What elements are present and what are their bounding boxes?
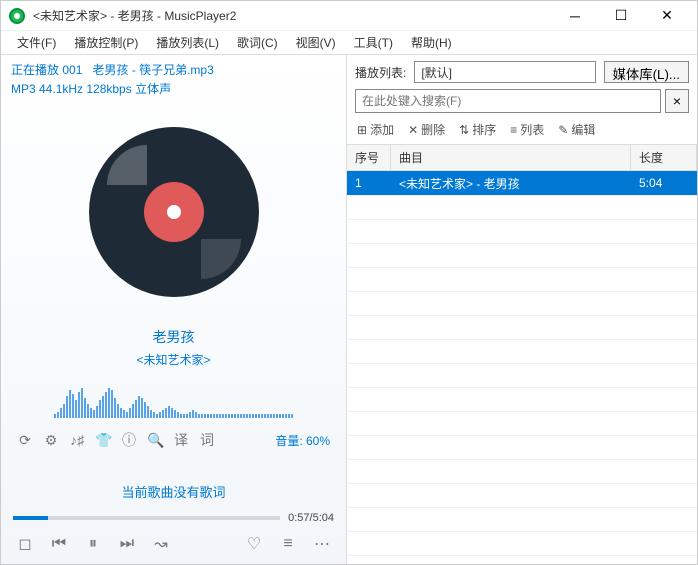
edit-button[interactable]: ✎ 编辑 xyxy=(558,121,595,138)
track-artist: <未知艺术家> xyxy=(11,351,336,368)
play-mode-icon[interactable]: ↝ xyxy=(151,534,171,554)
row-track: <未知艺术家> - 老男孩 xyxy=(391,175,631,192)
right-panel: 播放列表: [默认] 媒体库(L)... × ⊞ 添加 ✕ 删除 ⇅ 排序 ≡ … xyxy=(346,55,697,564)
next-button[interactable]: ⏭ xyxy=(117,534,137,554)
minimize-button[interactable]: ─ xyxy=(553,2,597,30)
now-playing-prefix: 正在播放 xyxy=(11,63,59,77)
playlist-toggle-icon[interactable]: ≡ xyxy=(278,534,298,554)
delete-button[interactable]: ✕ 删除 xyxy=(408,121,445,138)
track-title: 老男孩 xyxy=(11,327,336,347)
search-icon[interactable]: 🔍 xyxy=(147,432,163,449)
mini-toolbar: ⟳ ⚙ ♪♯ 👕 ⓘ 🔍 译 词 音量: 60% xyxy=(11,424,336,456)
playlist-tools: ⊞ 添加 ✕ 删除 ⇅ 排序 ≡ 列表 ✎ 编辑 xyxy=(347,119,697,144)
now-playing-line: 正在播放 001 老男孩 - 筷子兄弟.mp3 xyxy=(11,61,336,78)
more-icon[interactable]: ⋯ xyxy=(312,534,332,554)
menu-lyrics[interactable]: 歌词(C) xyxy=(229,32,286,53)
search-input[interactable] xyxy=(355,89,661,113)
menu-help[interactable]: 帮助(H) xyxy=(403,32,460,53)
clear-search-button[interactable]: × xyxy=(665,89,689,113)
close-button[interactable]: ✕ xyxy=(645,2,689,30)
lyrics-area: 当前歌曲没有歌词 xyxy=(11,482,336,508)
playlist-label: 播放列表: xyxy=(355,64,406,81)
vinyl-icon xyxy=(89,127,259,297)
time-display: 0:57/5:04 xyxy=(288,512,334,524)
table-header: 序号 曲目 长度 xyxy=(347,144,697,171)
media-library-button[interactable]: 媒体库(L)... xyxy=(604,61,689,83)
spectrum-visualizer xyxy=(54,382,294,418)
playlist-select[interactable]: [默认] xyxy=(414,61,595,83)
translate-icon[interactable]: 译 xyxy=(173,430,189,450)
menu-file[interactable]: 文件(F) xyxy=(9,32,64,53)
row-index: 1 xyxy=(347,176,391,190)
sort-button[interactable]: ⇅ 排序 xyxy=(459,121,496,138)
pause-button[interactable]: ⏸ xyxy=(83,534,103,554)
album-art xyxy=(79,117,269,307)
progress-bar[interactable] xyxy=(13,516,280,520)
now-playing-filename: 老男孩 - 筷子兄弟.mp3 xyxy=(92,63,213,77)
repeat-icon[interactable]: ⟳ xyxy=(17,432,33,449)
app-icon xyxy=(9,8,25,24)
add-button[interactable]: ⊞ 添加 xyxy=(357,121,394,138)
menu-view[interactable]: 视图(V) xyxy=(288,32,344,53)
table-row[interactable]: 1<未知艺术家> - 老男孩5:04 xyxy=(347,171,697,195)
menu-playlist[interactable]: 播放列表(L) xyxy=(148,32,227,53)
col-length-header[interactable]: 长度 xyxy=(631,145,697,170)
lyrics-icon[interactable]: 词 xyxy=(199,430,215,450)
table-body[interactable]: 1<未知艺术家> - 老男孩5:04 xyxy=(347,171,697,564)
col-index-header[interactable]: 序号 xyxy=(347,145,391,170)
list-button[interactable]: ≡ 列表 xyxy=(510,121,544,138)
audio-info: MP3 44.1kHz 128kbps 立体声 xyxy=(11,80,336,97)
now-playing-index: 001 xyxy=(62,63,82,77)
prev-button[interactable]: ⏮ xyxy=(49,534,69,554)
menubar: 文件(F) 播放控制(P) 播放列表(L) 歌词(C) 视图(V) 工具(T) … xyxy=(1,31,697,55)
stop-button[interactable]: ◻ xyxy=(15,534,35,554)
volume-label[interactable]: 音量: 60% xyxy=(275,432,330,449)
equalizer-icon[interactable]: ♪♯ xyxy=(69,432,85,448)
playback-controls: ◻ ⏮ ⏸ ⏭ ↝ ♡ ≡ ⋯ xyxy=(11,528,336,558)
left-panel: 正在播放 001 老男孩 - 筷子兄弟.mp3 MP3 44.1kHz 128k… xyxy=(1,55,346,564)
maximize-button[interactable]: ☐ xyxy=(599,2,643,30)
settings-icon[interactable]: ⚙ xyxy=(43,432,59,449)
progress-fill xyxy=(13,516,48,520)
row-length: 5:04 xyxy=(631,176,697,190)
info-icon[interactable]: ⓘ xyxy=(121,430,137,450)
skin-icon[interactable]: 👕 xyxy=(95,432,111,449)
menu-play-control[interactable]: 播放控制(P) xyxy=(66,32,146,53)
window-title: <未知艺术家> - 老男孩 - MusicPlayer2 xyxy=(33,7,553,24)
favorite-icon[interactable]: ♡ xyxy=(244,534,264,554)
menu-tools[interactable]: 工具(T) xyxy=(346,32,401,53)
col-track-header[interactable]: 曲目 xyxy=(391,145,631,170)
